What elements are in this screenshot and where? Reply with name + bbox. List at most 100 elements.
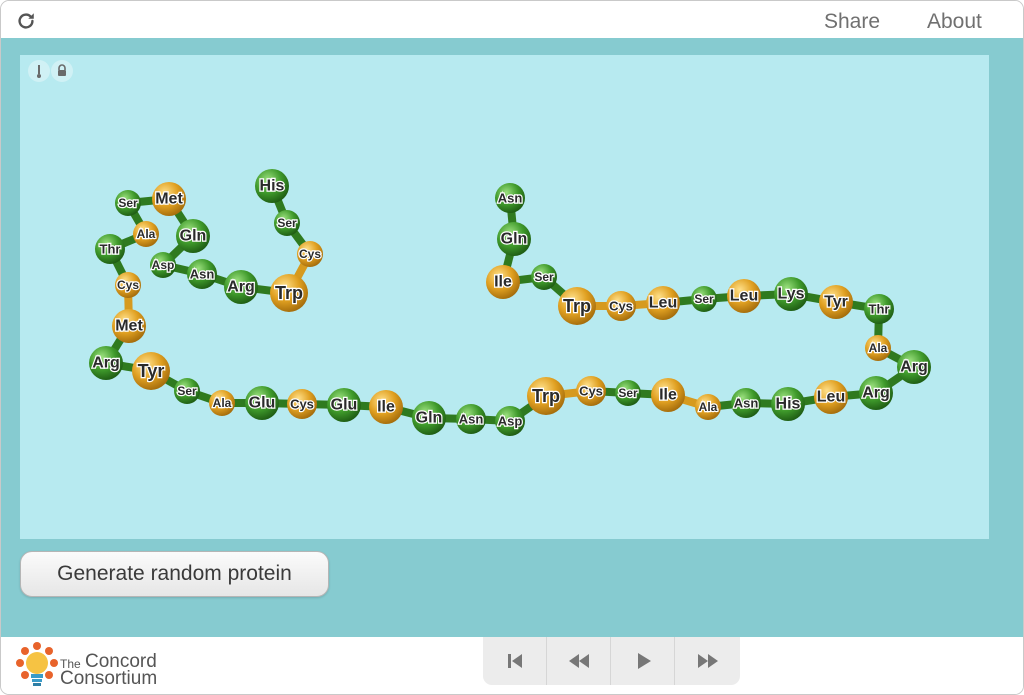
concord-consortium-logo[interactable]: The Concord Consortium — [15, 642, 175, 690]
amino-acid-tyr[interactable]: Tyr — [819, 285, 853, 319]
amino-acid-ala[interactable]: Ala — [865, 335, 891, 361]
amino-acid-met[interactable]: Met — [112, 309, 146, 343]
amino-acid-cys[interactable]: Cys — [297, 241, 323, 267]
amino-acid-his[interactable]: His — [255, 169, 289, 203]
amino-acid-label: Gln — [501, 231, 528, 248]
amino-acid-label: Arg — [92, 355, 120, 372]
amino-acid-ser[interactable]: Ser — [274, 210, 300, 236]
amino-acid-ala[interactable]: Ala — [209, 390, 235, 416]
amino-acid-asn[interactable]: Asn — [495, 183, 525, 213]
amino-acid-label: Asp — [152, 258, 175, 272]
fast-forward-icon — [697, 654, 718, 668]
amino-acid-gln[interactable]: Gln — [497, 222, 531, 256]
share-link[interactable]: Share — [824, 10, 880, 34]
amino-acid-leu[interactable]: Leu — [727, 279, 761, 313]
amino-acid-tyr[interactable]: Tyr — [132, 352, 170, 390]
amino-acid-label: Ala — [869, 341, 888, 355]
amino-acid-label: Ile — [377, 399, 395, 416]
amino-acid-ile[interactable]: Ile — [369, 390, 403, 424]
amino-acid-label: Cys — [609, 299, 633, 314]
amino-acid-ser[interactable]: Ser — [691, 286, 717, 312]
amino-acid-label: Cys — [290, 397, 314, 412]
amino-acid-ser[interactable]: Ser — [174, 378, 200, 404]
amino-acid-label: Trp — [532, 386, 560, 406]
amino-acid-label: Glu — [331, 397, 358, 414]
amino-acid-ser[interactable]: Ser — [615, 380, 641, 406]
amino-acid-asp[interactable]: Asp — [150, 252, 176, 278]
amino-acid-arg[interactable]: Arg — [859, 376, 893, 410]
amino-acid-glu[interactable]: Glu — [327, 388, 361, 422]
amino-acid-label: Lys — [778, 286, 805, 303]
amino-acid-ala[interactable]: Ala — [695, 394, 721, 420]
amino-acid-cys[interactable]: Cys — [287, 389, 317, 419]
amino-acid-glu[interactable]: Glu — [245, 386, 279, 420]
amino-acid-trp[interactable]: Trp — [558, 287, 596, 325]
amino-acid-cys[interactable]: Cys — [115, 272, 141, 298]
skip-first-icon — [507, 654, 522, 668]
amino-acid-label: Gln — [416, 410, 443, 427]
temperature-button[interactable] — [28, 60, 50, 82]
amino-acid-label: Asp — [498, 414, 523, 429]
amino-acid-label: Met — [155, 191, 183, 208]
amino-acid-label: Asn — [734, 396, 759, 411]
reload-icon[interactable] — [15, 10, 37, 32]
amino-acid-ile[interactable]: Ile — [486, 265, 520, 299]
amino-acid-label: Ile — [494, 274, 512, 291]
amino-acid-arg[interactable]: Arg — [89, 346, 123, 380]
amino-acid-leu[interactable]: Leu — [814, 380, 848, 414]
amino-acid-label: Ala — [699, 400, 718, 414]
amino-acid-arg[interactable]: Arg — [224, 270, 258, 304]
amino-acid-thr[interactable]: Thr — [864, 294, 894, 324]
lock-button[interactable] — [51, 60, 73, 82]
amino-acid-label: Asn — [498, 191, 523, 206]
amino-acid-label: Ser — [618, 386, 638, 400]
amino-acid-label: Trp — [275, 283, 303, 303]
amino-acid-asn[interactable]: Asn — [187, 259, 217, 289]
play-icon — [637, 653, 651, 669]
amino-acid-label: Gln — [180, 228, 207, 245]
model-canvas[interactable]: His Ser Cys Trp Arg Asn Asp Gln Met Ser Ala Thr Cys M… — [20, 55, 989, 539]
amino-acid-thr[interactable]: Thr — [95, 234, 125, 264]
about-link[interactable]: About — [927, 10, 982, 34]
rewind-button[interactable] — [547, 637, 611, 685]
amino-acid-ser[interactable]: Ser — [531, 264, 557, 290]
amino-acid-his[interactable]: His — [771, 387, 805, 421]
amino-acid-label: Tyr — [824, 294, 848, 311]
amino-acid-label: Ser — [277, 216, 297, 230]
amino-acid-asn[interactable]: Asn — [731, 388, 761, 418]
reset-to-start-button[interactable] — [483, 637, 547, 685]
play-button[interactable] — [611, 637, 675, 685]
protein-chain[interactable]: His Ser Cys Trp Arg Asn Asp Gln Met Ser Ala Thr Cys M… — [20, 55, 989, 539]
amino-acid-cys[interactable]: Cys — [576, 376, 606, 406]
amino-acid-label: Cys — [299, 247, 321, 261]
amino-acid-label: Thr — [869, 302, 890, 317]
amino-acid-trp[interactable]: Trp — [527, 377, 565, 415]
amino-acid-label: Tyr — [138, 361, 165, 381]
amino-acid-leu[interactable]: Leu — [646, 286, 680, 320]
footer: The Concord Consortium — [1, 637, 1023, 694]
thermometer-icon — [37, 65, 41, 78]
amino-acid-met[interactable]: Met — [152, 182, 186, 216]
amino-acid-label: Ala — [213, 396, 232, 410]
amino-acid-lys[interactable]: Lys — [774, 277, 808, 311]
canvas-toolbar — [28, 60, 76, 82]
fast-forward-button[interactable] — [675, 637, 740, 685]
amino-acid-label: Arg — [862, 385, 890, 402]
amino-acid-ile[interactable]: Ile — [651, 378, 685, 412]
amino-acid-label: Glu — [249, 395, 276, 412]
amino-acid-ser[interactable]: Ser — [115, 190, 141, 216]
amino-acid-trp[interactable]: Trp — [270, 274, 308, 312]
rewind-icon — [568, 654, 589, 668]
amino-acid-label: Thr — [100, 242, 121, 257]
amino-acid-arg[interactable]: Arg — [897, 350, 931, 384]
amino-acid-asp[interactable]: Asp — [495, 406, 525, 436]
amino-acid-gln[interactable]: Gln — [176, 219, 210, 253]
logo-consortium: Consortium — [60, 668, 158, 689]
amino-acid-ala[interactable]: Ala — [133, 221, 159, 247]
amino-acid-label: Leu — [730, 288, 758, 305]
amino-acid-cys[interactable]: Cys — [606, 291, 636, 321]
amino-acid-asn[interactable]: Asn — [456, 404, 486, 434]
generate-random-protein-button[interactable]: Generate random protein — [20, 551, 329, 597]
amino-acid-gln[interactable]: Gln — [412, 401, 446, 435]
amino-acid-label: Cys — [579, 384, 603, 399]
